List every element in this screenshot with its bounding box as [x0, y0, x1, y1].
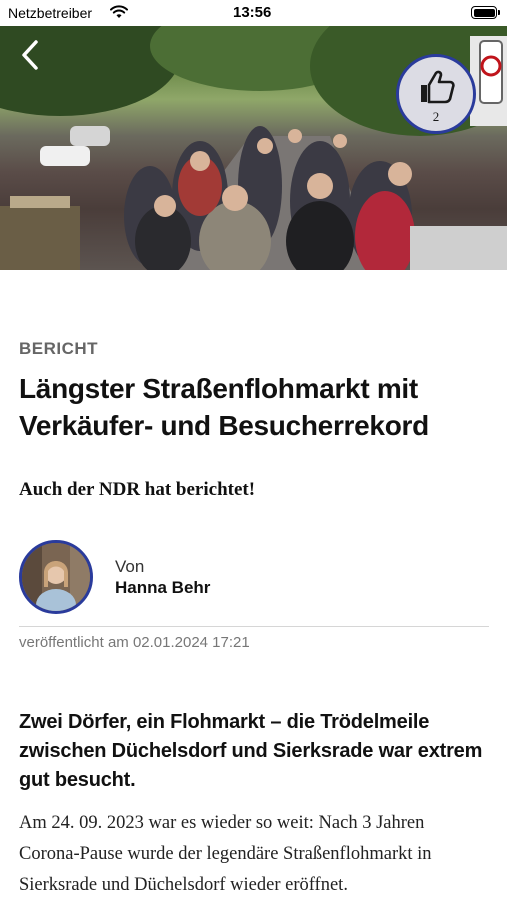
article-headline: Längster Straßenflohmarkt mit Verkäufer-…: [19, 373, 429, 441]
thumbs-up-icon: [421, 70, 455, 104]
status-time: 13:56: [233, 4, 272, 21]
article-body: Am 24. 09. 2023 war es wieder so weit: N…: [19, 813, 432, 895]
chevron-left-icon: [22, 40, 38, 70]
article-lead: Zwei Dörfer, ein Flohmarkt – die Trödelm…: [19, 711, 483, 791]
back-button[interactable]: [14, 38, 48, 72]
author-by-label: Von: [115, 557, 145, 576]
author-photo: [22, 543, 90, 611]
battery-icon: [471, 6, 500, 19]
article-subtitle: Auch der NDR hat berichtet!: [19, 479, 256, 500]
hero-image: 2: [0, 26, 507, 270]
divider: [19, 626, 489, 627]
like-button[interactable]: 2: [396, 54, 476, 134]
like-count: 2: [432, 109, 440, 124]
wifi-icon: [110, 5, 128, 24]
author-avatar[interactable]: [19, 540, 93, 614]
article-category: BERICHT: [19, 339, 99, 358]
published-date: veröffentlicht am 02.01.2024 17:21: [19, 634, 250, 651]
carrier-name: Netzbetreiber: [8, 5, 93, 21]
status-bar: Netzbetreiber 13:56: [0, 0, 507, 26]
author-name[interactable]: Hanna Behr: [115, 578, 210, 598]
